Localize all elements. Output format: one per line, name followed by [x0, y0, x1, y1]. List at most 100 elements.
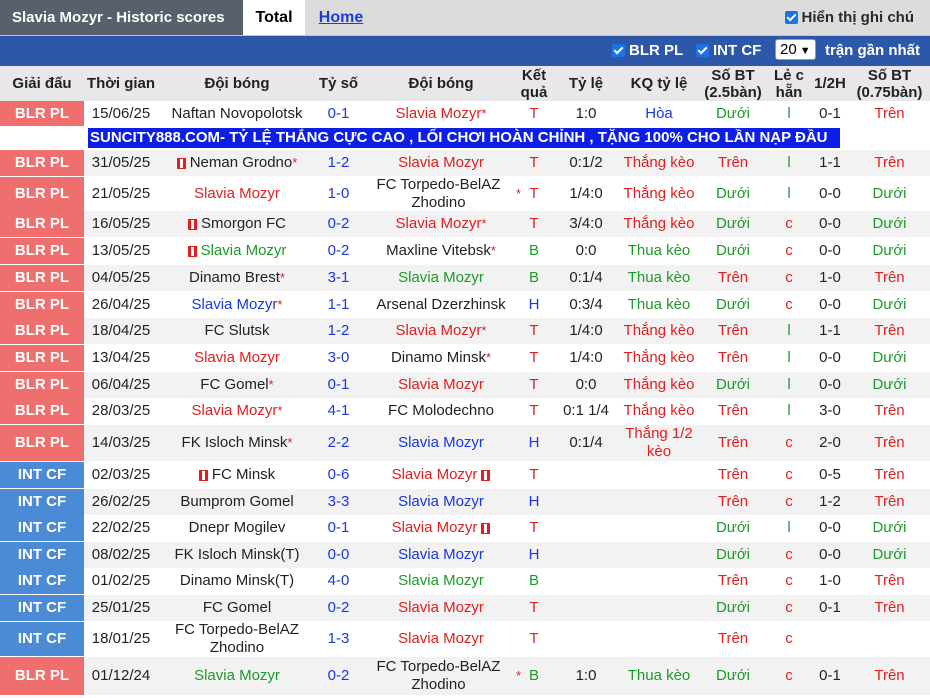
- cell-league[interactable]: INT CF: [0, 622, 84, 656]
- cell-away[interactable]: Dinamo Minsk *: [361, 345, 521, 371]
- cell-league[interactable]: BLR PL: [0, 345, 84, 371]
- cell-away[interactable]: FC Molodechno: [361, 398, 521, 424]
- cell-score[interactable]: 1-1: [316, 292, 361, 318]
- cell-away[interactable]: Slavia Mozyr: [361, 425, 521, 461]
- cell-league[interactable]: BLR PL: [0, 101, 84, 127]
- cell-league[interactable]: INT CF: [0, 568, 84, 594]
- cell-home[interactable]: FK Isloch Minsk *: [158, 425, 316, 461]
- cell-score[interactable]: 1-0: [316, 177, 361, 211]
- checkbox-icon[interactable]: [784, 11, 798, 24]
- cell-odds-result: Thắng kèo: [619, 211, 699, 237]
- cell-league[interactable]: BLR PL: [0, 292, 84, 318]
- ad-banner[interactable]: SUNCITY888.COM- TỶ LỆ THẮNG CỰC CAO , LỐ…: [88, 128, 840, 148]
- cell-score[interactable]: 4-0: [316, 568, 361, 594]
- cell-score[interactable]: 0-2: [316, 595, 361, 621]
- show-notes-toggle[interactable]: Hiển thị ghi chú: [784, 0, 914, 35]
- tab-home[interactable]: Home: [305, 0, 377, 35]
- cell-half: 0-0: [811, 211, 849, 237]
- cell-league[interactable]: BLR PL: [0, 372, 84, 398]
- cell-home[interactable]: FC Minsk: [158, 462, 316, 488]
- cell-score[interactable]: 0-0: [316, 542, 361, 568]
- cell-score[interactable]: 0-1: [316, 372, 361, 398]
- cell-score[interactable]: 1-2: [316, 150, 361, 176]
- cell-league[interactable]: INT CF: [0, 489, 84, 515]
- cell-away[interactable]: FC Torpedo-BelAZ Zhodino *: [361, 176, 521, 211]
- cell-away[interactable]: Slavia Mozyr: [361, 542, 521, 568]
- cell-home[interactable]: Slavia Mozyr *: [158, 292, 316, 318]
- cell-home-text: Slavia Mozyr: [194, 349, 280, 366]
- cell-away[interactable]: FC Torpedo-BelAZ Zhodino *: [361, 657, 521, 695]
- cell-away[interactable]: Slavia Mozyr: [361, 489, 521, 515]
- cell-away[interactable]: Slavia Mozyr: [361, 150, 521, 176]
- cell-home[interactable]: Smorgon FC: [158, 211, 316, 237]
- cell-league[interactable]: BLR PL: [0, 318, 84, 344]
- cell-league-text: INT CF: [17, 572, 67, 589]
- cell-score[interactable]: 4-1: [316, 398, 361, 424]
- cell-league[interactable]: BLR PL: [0, 425, 84, 461]
- cell-score[interactable]: 3-1: [316, 265, 361, 291]
- filter-blr[interactable]: BLR PL: [612, 36, 683, 66]
- cell-away[interactable]: Slavia Mozyr *: [361, 318, 521, 344]
- cell-score[interactable]: 1-3: [316, 622, 361, 656]
- cell-score[interactable]: 1-2: [316, 318, 361, 344]
- cell-score[interactable]: 0-1: [316, 101, 361, 127]
- cell-league[interactable]: BLR PL: [0, 398, 84, 424]
- cell-home[interactable]: FC Gomel *: [158, 372, 316, 398]
- cell-away[interactable]: Slavia Mozyr: [361, 462, 521, 488]
- cell-league[interactable]: BLR PL: [0, 211, 84, 237]
- cell-home[interactable]: Slavia Mozyr: [158, 177, 316, 211]
- cell-oe-text: c: [785, 546, 793, 563]
- cell-score[interactable]: 0-1: [316, 515, 361, 541]
- cell-away[interactable]: Slavia Mozyr: [361, 515, 521, 541]
- cell-oe: c: [767, 595, 811, 621]
- cell-away[interactable]: Slavia Mozyr: [361, 622, 521, 656]
- cell-league[interactable]: INT CF: [0, 595, 84, 621]
- cell-score[interactable]: 0-6: [316, 462, 361, 488]
- cell-score[interactable]: 2-2: [316, 425, 361, 461]
- cell-home[interactable]: Slavia Mozyr: [158, 657, 316, 695]
- cell-away[interactable]: Slavia Mozyr *: [361, 101, 521, 127]
- cell-home[interactable]: Slavia Mozyr: [158, 345, 316, 371]
- cell-home[interactable]: FC Slutsk: [158, 318, 316, 344]
- cell-away[interactable]: Maxline Vitebsk *: [361, 238, 521, 264]
- cell-league[interactable]: INT CF: [0, 542, 84, 568]
- cell-league[interactable]: BLR PL: [0, 177, 84, 211]
- match-count-select[interactable]: 20 ▼: [775, 36, 816, 66]
- cell-home[interactable]: Slavia Mozyr: [158, 238, 316, 264]
- cell-home[interactable]: Slavia Mozyr *: [158, 398, 316, 424]
- cell-league[interactable]: INT CF: [0, 515, 84, 541]
- cell-home[interactable]: FK Isloch Minsk(T): [158, 542, 316, 568]
- cell-away[interactable]: Slavia Mozyr: [361, 568, 521, 594]
- cell-home[interactable]: Dinamo Brest *: [158, 265, 316, 291]
- cell-home[interactable]: Dinamo Minsk(T): [158, 568, 316, 594]
- cell-score[interactable]: 0-2: [316, 238, 361, 264]
- tab-total[interactable]: Total: [243, 0, 305, 35]
- cell-score[interactable]: 3-0: [316, 345, 361, 371]
- cell-score[interactable]: 0-2: [316, 211, 361, 237]
- cell-league[interactable]: BLR PL: [0, 657, 84, 695]
- cell-away[interactable]: Slavia Mozyr *: [361, 211, 521, 237]
- cell-away[interactable]: Arsenal Dzerzhinsk: [361, 292, 521, 318]
- checkbox-icon[interactable]: [696, 44, 709, 57]
- cell-league[interactable]: BLR PL: [0, 265, 84, 291]
- cell-away[interactable]: Slavia Mozyr: [361, 595, 521, 621]
- cell-score-text: 1-2: [327, 154, 350, 171]
- cell-away[interactable]: Slavia Mozyr: [361, 265, 521, 291]
- cell-home[interactable]: Neman Grodno *: [158, 150, 316, 176]
- cell-away[interactable]: Slavia Mozyr: [361, 372, 521, 398]
- cell-league[interactable]: BLR PL: [0, 238, 84, 264]
- cell-home[interactable]: Dnepr Mogilev: [158, 515, 316, 541]
- cell-date-text: 01/12/24: [91, 667, 151, 684]
- cell-half-text: 0-1: [819, 105, 841, 122]
- filter-int[interactable]: INT CF: [696, 36, 761, 66]
- cell-league[interactable]: BLR PL: [0, 150, 84, 176]
- cell-home[interactable]: Bumprom Gomel: [158, 489, 316, 515]
- checkbox-icon[interactable]: [612, 44, 625, 57]
- cell-score[interactable]: 3-3: [316, 489, 361, 515]
- cell-score[interactable]: 0-2: [316, 657, 361, 695]
- cell-home[interactable]: Naftan Novopolotsk: [158, 101, 316, 127]
- cell-league[interactable]: INT CF: [0, 462, 84, 488]
- cell-home[interactable]: FC Gomel: [158, 595, 316, 621]
- cell-home[interactable]: FC Torpedo-BelAZ Zhodino: [158, 621, 316, 656]
- cell-ou2: Trên: [849, 150, 930, 176]
